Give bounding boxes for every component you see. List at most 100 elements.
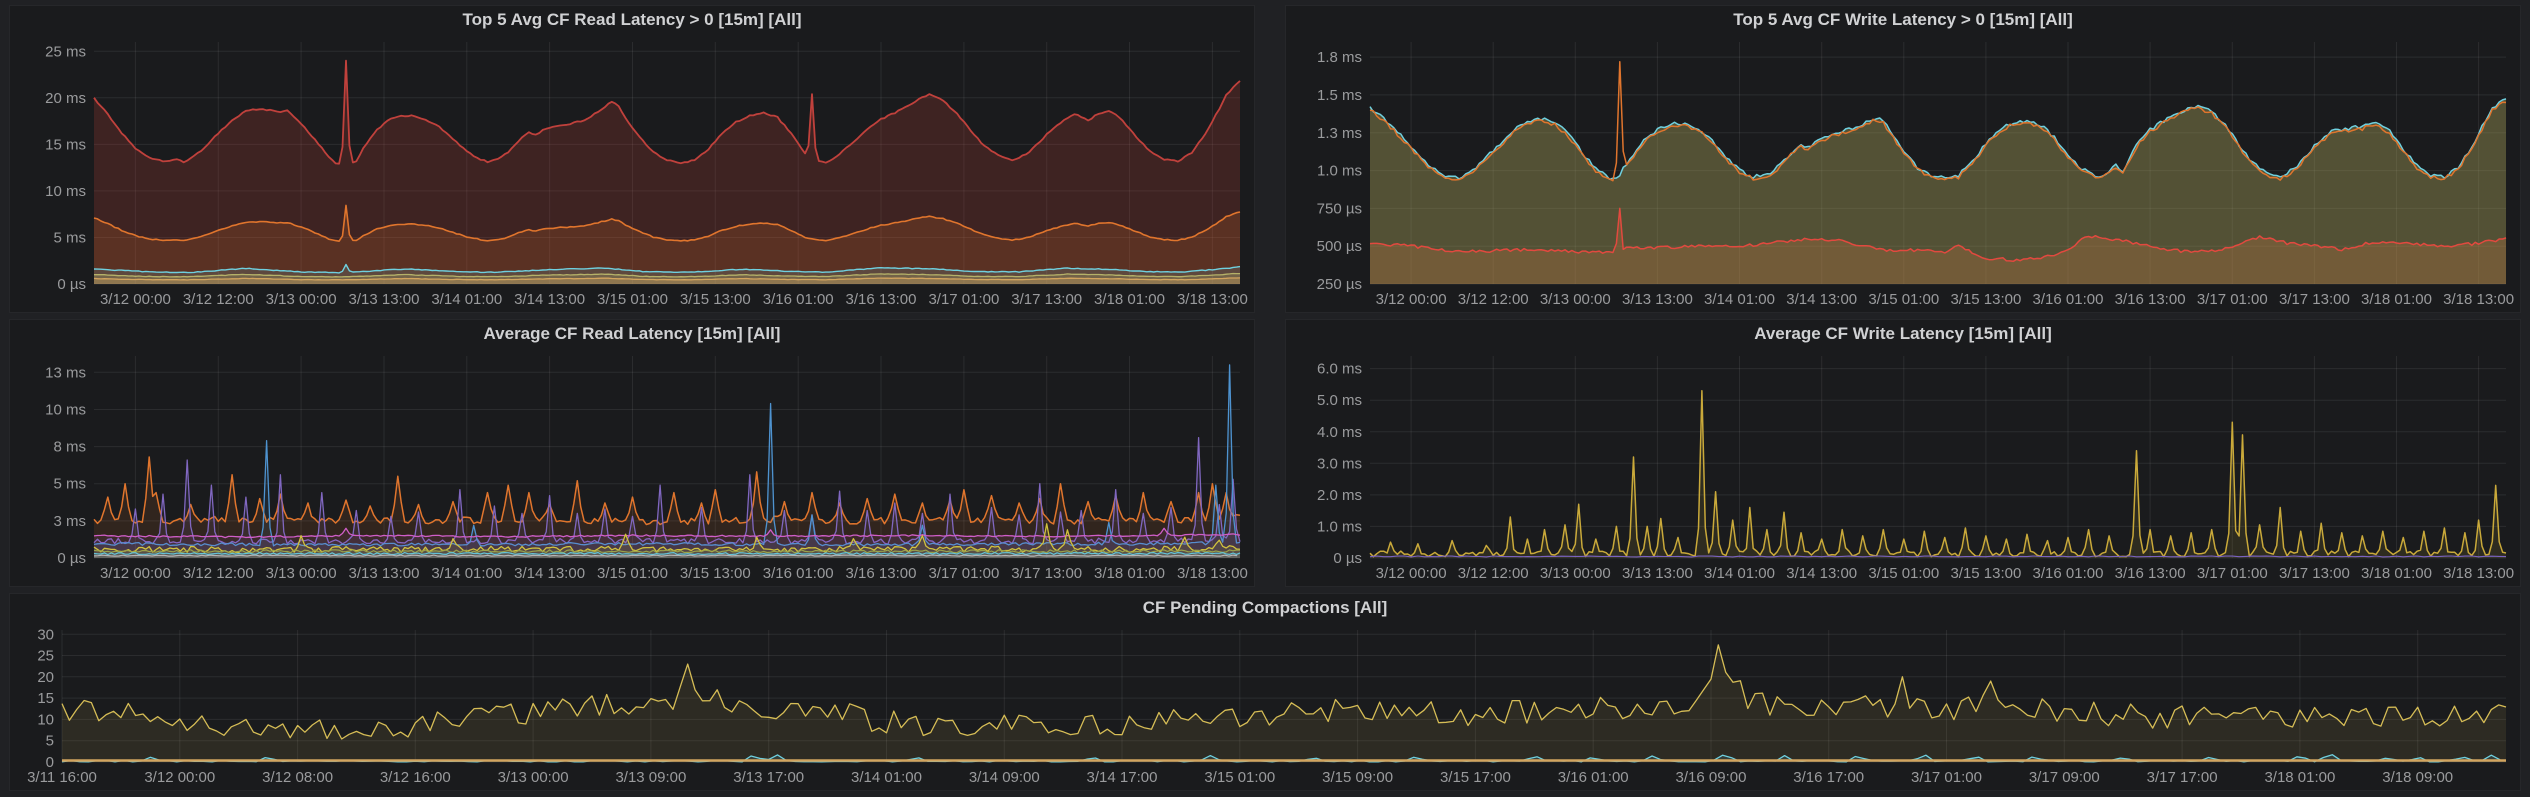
panel-top5-cf-write-latency: Top 5 Avg CF Write Latency > 0 [15m] [Al… [1286,6,2520,312]
chart-top5-cf-read-latency[interactable]: 3/12 00:003/12 12:003/13 00:003/13 13:00… [10,32,1254,312]
svg-text:3/12 00:00: 3/12 00:00 [1376,565,1447,582]
chart-top5-cf-write-latency[interactable]: 3/12 00:003/12 12:003/13 00:003/13 13:00… [1286,32,2520,312]
svg-text:15 ms: 15 ms [45,136,86,153]
svg-text:3/13 13:00: 3/13 13:00 [1622,565,1693,582]
svg-text:3/12 00:00: 3/12 00:00 [144,769,215,786]
svg-text:3/18 13:00: 3/18 13:00 [1177,565,1248,582]
panel-cf-pending-compactions: CF Pending Compactions [All] 3/11 16:00 3… [10,594,2520,790]
svg-text:10 ms: 10 ms [45,402,86,419]
svg-text:3/17 01:00: 3/17 01:00 [2197,565,2268,582]
svg-text:3/14 17:00: 3/14 17:00 [1087,769,1158,786]
svg-text:3/12 00:00: 3/12 00:00 [100,291,171,308]
svg-text:3 ms: 3 ms [53,513,86,530]
svg-text:500 µs: 500 µs [1317,238,1362,255]
panel-title-top5-cf-read-latency[interactable]: Top 5 Avg CF Read Latency > 0 [15m] [All… [10,6,1254,32]
svg-text:3/14 01:00: 3/14 01:00 [851,769,922,786]
svg-text:3/16 01:00: 3/16 01:00 [763,565,834,582]
panel-top5-cf-read-latency: Top 5 Avg CF Read Latency > 0 [15m] [All… [10,6,1254,312]
svg-text:3/13 17:00: 3/13 17:00 [733,769,804,786]
area-avg-write-gold [1370,391,2506,558]
svg-text:3/15 17:00: 3/15 17:00 [1440,769,1511,786]
svg-text:8 ms: 8 ms [53,439,86,456]
svg-text:20 ms: 20 ms [45,90,86,107]
svg-text:750 µs: 750 µs [1317,200,1362,217]
svg-text:3/14 01:00: 3/14 01:00 [1704,291,1775,308]
svg-text:3/14 09:00: 3/14 09:00 [969,769,1040,786]
svg-text:3/12 00:00: 3/12 00:00 [100,565,171,582]
svg-text:10: 10 [37,711,54,728]
svg-text:3/16 09:00: 3/16 09:00 [1676,769,1747,786]
svg-text:3.0 ms: 3.0 ms [1317,455,1362,472]
panel-title-average-cf-write-latency[interactable]: Average CF Write Latency [15m] [All] [1286,320,2520,346]
svg-text:3/16 01:00: 3/16 01:00 [2033,291,2104,308]
svg-text:5 ms: 5 ms [53,230,86,247]
svg-text:3/18 13:00: 3/18 13:00 [2443,565,2514,582]
line-avg-write-gold [1370,391,2506,557]
svg-text:6.0 ms: 6.0 ms [1317,361,1362,378]
svg-text:3/18 13:00: 3/18 13:00 [2443,291,2514,308]
svg-text:3/14 13:00: 3/14 13:00 [1786,291,1857,308]
svg-text:15: 15 [37,690,54,707]
svg-text:3/16 13:00: 3/16 13:00 [2115,565,2186,582]
svg-text:3/16 01:00: 3/16 01:00 [763,291,834,308]
svg-text:3/13 13:00: 3/13 13:00 [349,565,420,582]
svg-text:3/16 13:00: 3/16 13:00 [2115,291,2186,308]
line-avg-write-purple [1370,556,2506,557]
chart-cf-pending-compactions[interactable]: 3/11 16:003/12 00:003/12 08:003/12 16:00… [10,620,2520,790]
svg-text:3/17 13:00: 3/17 13:00 [1011,291,1082,308]
svg-text:3/15 13:00: 3/15 13:00 [680,291,751,308]
svg-text:3/18 01:00: 3/18 01:00 [1094,291,1165,308]
svg-text:3/18 01:00: 3/18 01:00 [1094,565,1165,582]
svg-text:3/15 01:00: 3/15 01:00 [597,291,668,308]
svg-text:1.0 ms: 1.0 ms [1317,518,1362,535]
svg-text:10 ms: 10 ms [45,183,86,200]
panel-average-cf-read-latency: Average CF Read Latency [15m] [All] 3/12… [10,320,1254,586]
svg-text:1.5 ms: 1.5 ms [1317,87,1362,104]
svg-text:3/17 01:00: 3/17 01:00 [928,291,999,308]
panel-title-average-cf-read-latency[interactable]: Average CF Read Latency [15m] [All] [10,320,1254,346]
svg-text:3/12 12:00: 3/12 12:00 [1458,565,1529,582]
svg-text:3/15 01:00: 3/15 01:00 [597,565,668,582]
svg-text:25 ms: 25 ms [45,43,86,60]
chart-average-cf-write-latency[interactable]: 3/12 00:003/12 12:003/13 00:003/13 13:00… [1286,346,2520,586]
svg-text:3/16 13:00: 3/16 13:00 [846,565,917,582]
svg-text:0: 0 [46,754,54,771]
svg-text:13 ms: 13 ms [45,364,86,381]
svg-text:3/15 13:00: 3/15 13:00 [1950,291,2021,308]
svg-text:3/16 13:00: 3/16 13:00 [846,291,917,308]
panel-title-top5-cf-write-latency[interactable]: Top 5 Avg CF Write Latency > 0 [15m] [Al… [1286,6,2520,32]
svg-text:3/18 01:00: 3/18 01:00 [2361,291,2432,308]
svg-text:0 µs: 0 µs [57,276,86,293]
svg-text:3/13 00:00: 3/13 00:00 [266,291,337,308]
svg-text:1.8 ms: 1.8 ms [1317,49,1362,66]
svg-text:3/12 12:00: 3/12 12:00 [183,565,254,582]
svg-text:3/12 12:00: 3/12 12:00 [1458,291,1529,308]
svg-text:3/18 01:00: 3/18 01:00 [2264,769,2335,786]
svg-text:3/13 09:00: 3/13 09:00 [615,769,686,786]
svg-text:3/17 09:00: 3/17 09:00 [2029,769,2100,786]
svg-text:3/12 08:00: 3/12 08:00 [262,769,333,786]
svg-text:3/13 13:00: 3/13 13:00 [1622,291,1693,308]
svg-text:30: 30 [37,626,54,643]
svg-text:1.3 ms: 1.3 ms [1317,125,1362,142]
svg-text:0 µs: 0 µs [57,550,86,567]
svg-text:3/14 13:00: 3/14 13:00 [514,291,585,308]
svg-text:3/13 13:00: 3/13 13:00 [349,291,420,308]
svg-text:3/11 16:00: 3/11 16:00 [27,769,97,786]
area-pending-compactions-yellow [62,645,2506,762]
svg-text:3/15 09:00: 3/15 09:00 [1322,769,1393,786]
svg-text:3/17 01:00: 3/17 01:00 [2197,291,2268,308]
svg-text:3/15 13:00: 3/15 13:00 [1950,565,2021,582]
svg-text:3/13 00:00: 3/13 00:00 [266,565,337,582]
svg-text:3/17 01:00: 3/17 01:00 [1911,769,1982,786]
svg-text:25: 25 [37,648,54,665]
panel-average-cf-write-latency: Average CF Write Latency [15m] [All] 3/1… [1286,320,2520,586]
chart-average-cf-read-latency[interactable]: 3/12 00:00 3/12 12:00 3/13 00:00 3/13 13:00… [10,346,1254,586]
svg-text:3/17 17:00: 3/17 17:00 [2147,769,2218,786]
svg-text:3/17 13:00: 3/17 13:00 [1011,565,1082,582]
svg-text:3/14 13:00: 3/14 13:00 [1786,565,1857,582]
svg-text:3/16 17:00: 3/16 17:00 [1793,769,1864,786]
svg-text:3/16 01:00: 3/16 01:00 [1558,769,1629,786]
panel-title-cf-pending-compactions[interactable]: CF Pending Compactions [All] [10,594,2520,620]
svg-text:1.0 ms: 1.0 ms [1317,163,1362,180]
